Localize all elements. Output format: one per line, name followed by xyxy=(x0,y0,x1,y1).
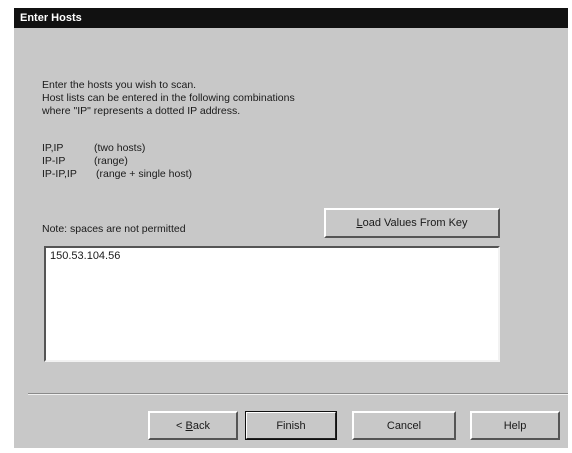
enter-hosts-dialog: Enter Hosts Enter the hosts you wish to … xyxy=(14,8,568,448)
back-label-rest: ack xyxy=(192,419,210,432)
load-values-label-rest: oad Values From Key xyxy=(362,217,468,229)
back-label-prefix: < xyxy=(176,419,186,432)
format-pattern-1: IP,IP xyxy=(42,142,64,154)
instruction-line-3: where "IP" represents a dotted IP addres… xyxy=(42,105,241,117)
back-button[interactable]: < Back xyxy=(148,411,238,440)
separator-highlight xyxy=(28,394,568,395)
instruction-line-2: Host lists can be entered in the followi… xyxy=(42,92,295,104)
format-desc-3: (range + single host) xyxy=(96,168,193,180)
help-button[interactable]: Help xyxy=(470,411,560,440)
format-desc-2: (range) xyxy=(94,155,128,167)
format-pattern-3: IP-IP,IP xyxy=(42,168,77,180)
note-text: Note: spaces are not permitted xyxy=(42,223,186,235)
instruction-line-1: Enter the hosts you wish to scan. xyxy=(42,79,197,91)
format-pattern-2: IP-IP xyxy=(42,155,66,167)
format-desc-1: (two hosts) xyxy=(94,142,146,154)
hosts-textarea[interactable]: 150.53.104.56 xyxy=(44,246,500,362)
finish-button[interactable]: Finish xyxy=(245,411,337,440)
back-label-mnemonic: B xyxy=(185,419,193,432)
dialog-title: Enter Hosts xyxy=(14,8,568,28)
cancel-button[interactable]: Cancel xyxy=(352,411,456,440)
load-values-button[interactable]: Load Values From Key xyxy=(324,208,500,238)
